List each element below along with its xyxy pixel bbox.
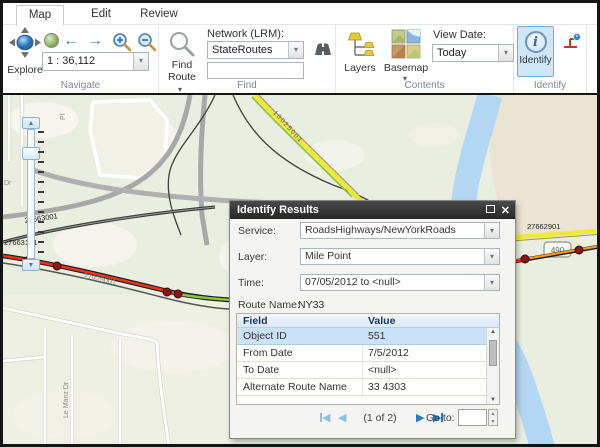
basemap-button[interactable]: Basemap [383, 62, 429, 74]
find-route-label-1: Find [162, 59, 202, 71]
table-row[interactable]: From Date 7/5/2012 [237, 345, 499, 362]
layer-value: Mile Point [301, 249, 484, 264]
spinner-down-icon[interactable]: ▼ [489, 418, 497, 426]
cell-value: 33 4303 [368, 381, 406, 393]
pagination-bar: ◀ ◀ (1 of 2) ▶ ▶ Go to: ▲ ▼ [230, 408, 515, 432]
forward-arrow-icon[interactable]: → [87, 33, 103, 49]
view-date-label: View Date: [433, 29, 486, 41]
view-date-dropdown-arrow[interactable]: ▾ [498, 45, 513, 61]
view-date-combobox[interactable]: Today ▾ [432, 44, 514, 62]
spinner-up-icon[interactable]: ▲ [489, 410, 497, 418]
street-label-le-manz-dr: Le Manz Dr [63, 381, 70, 418]
zoom-slider-down-button[interactable]: ▼ [22, 259, 40, 271]
table-header: Field Value [237, 314, 499, 328]
service-dropdown-arrow[interactable]: ▾ [484, 223, 499, 238]
tab-map[interactable]: Map [16, 5, 64, 26]
find-route-input[interactable] [207, 62, 304, 79]
layer-dropdown-arrow[interactable]: ▾ [484, 249, 499, 264]
first-page-button[interactable]: ◀ [320, 411, 330, 425]
route-name-value: NY33 [298, 299, 324, 311]
cell-field: Alternate Route Name [243, 381, 347, 393]
layers-icon [345, 30, 375, 65]
identify-button[interactable]: i Identify [517, 26, 554, 77]
layer-label: Layer: [238, 251, 267, 263]
scrollbar-thumb[interactable] [489, 340, 497, 366]
service-value: RoadsHighways/NewYorkRoads [301, 223, 484, 238]
time-combobox[interactable]: 07/05/2012 to <null> ▾ [300, 274, 500, 291]
group-label-navigate: Navigate [3, 80, 158, 91]
table-row[interactable]: To Date <null> [237, 362, 499, 379]
route-name-label: Route Name: [238, 299, 300, 311]
explore-button[interactable]: Explore [5, 27, 45, 73]
service-label: Service: [238, 225, 276, 237]
time-dropdown-arrow[interactable]: ▾ [484, 275, 499, 290]
group-find: Find Route ▾ Network (LRM): StateRoutes … [159, 25, 336, 93]
zoom-slider-up-button[interactable]: ▲ [22, 117, 40, 129]
cell-field: Object ID [243, 330, 287, 342]
page-indicator: (1 of 2) [348, 412, 412, 424]
group-identify: i Identify Identify [514, 25, 587, 93]
app-window: Map Edit Review [0, 0, 600, 447]
route-label-27662901: 27662901 [527, 222, 560, 231]
group-label-find: Find [159, 80, 335, 91]
group-navigate: Explore ← → [3, 25, 159, 93]
full-extent-globe-icon[interactable] [44, 33, 59, 48]
explore-icon [8, 46, 42, 63]
view-date-value: Today [433, 45, 498, 61]
map-canvas[interactable]: 490 27663001 27663101 27925001 27662901 … [3, 93, 597, 444]
next-page-button[interactable]: ▶ [416, 411, 424, 425]
table-row[interactable]: Object ID 551 [237, 328, 499, 345]
cell-field: From Date [243, 347, 293, 359]
identify-route-locations-icon[interactable] [562, 32, 582, 57]
identify-icon: i [525, 31, 547, 53]
tab-bar: Map Edit Review [3, 3, 597, 25]
cell-value: 551 [368, 330, 386, 342]
scale-value: 1 : 36,112 [43, 53, 133, 70]
identify-results-dialog: Identify Results ✕ Service: RoadsHighway… [230, 201, 515, 438]
goto-page-input[interactable] [458, 409, 487, 426]
network-lrm-combobox[interactable]: StateRoutes ▾ [207, 41, 304, 59]
tab-edit[interactable]: Edit [78, 5, 124, 25]
street-label-pl: Pl [60, 113, 67, 120]
maximize-icon[interactable] [486, 205, 495, 213]
time-value: 07/05/2012 to <null> [301, 275, 484, 290]
dialog-title: Identify Results [237, 204, 319, 216]
scroll-up-icon[interactable]: ▲ [487, 329, 499, 335]
table-row[interactable]: Alternate Route Name 33 4303 [237, 379, 499, 396]
time-label: Time: [238, 277, 264, 289]
table-scrollbar[interactable]: ▲ ▼ [486, 328, 499, 404]
service-combobox[interactable]: RoadsHighways/NewYorkRoads ▾ [300, 222, 500, 239]
previous-page-button[interactable]: ◀ [338, 411, 346, 425]
dialog-titlebar[interactable]: Identify Results ✕ [230, 201, 515, 219]
basemap-icon [391, 29, 421, 64]
cell-field: To Date [243, 364, 279, 376]
explore-label: Explore [5, 64, 45, 76]
group-contents: Layers Basemap ▾ View Date: [336, 25, 514, 93]
group-label-identify: Identify [514, 80, 586, 91]
goto-spinner[interactable]: ▲ ▼ [488, 409, 498, 426]
zoom-slider-ticks [38, 131, 44, 255]
tab-review[interactable]: Review [131, 5, 187, 25]
column-header-field: Field [243, 315, 268, 327]
layer-combobox[interactable]: Mile Point ▾ [300, 248, 500, 265]
street-label-dr: Dr [4, 180, 12, 187]
identify-label: Identify [518, 55, 553, 66]
attributes-table: Field Value Object ID 551 From Date 7/5/… [236, 313, 500, 405]
group-label-contents: Contents [336, 80, 513, 91]
network-lrm-dropdown-arrow[interactable]: ▾ [288, 42, 303, 58]
network-lrm-label: Network (LRM): [207, 28, 284, 40]
back-arrow-icon[interactable]: ← [63, 33, 79, 49]
cell-value: <null> [368, 364, 397, 376]
cell-value: 7/5/2012 [368, 347, 409, 359]
layers-button[interactable]: Layers [338, 62, 382, 74]
close-icon[interactable]: ✕ [501, 202, 510, 220]
network-lrm-value: StateRoutes [208, 42, 288, 58]
goto-label: Go to: [426, 412, 455, 424]
ribbon: Map Edit Review [3, 3, 597, 93]
binoculars-icon[interactable] [314, 41, 332, 63]
scale-dropdown-arrow[interactable]: ▾ [133, 53, 148, 70]
column-header-value: Value [368, 315, 395, 327]
scroll-down-icon[interactable]: ▼ [487, 397, 499, 403]
scale-combobox[interactable]: 1 : 36,112 ▾ [42, 52, 149, 71]
